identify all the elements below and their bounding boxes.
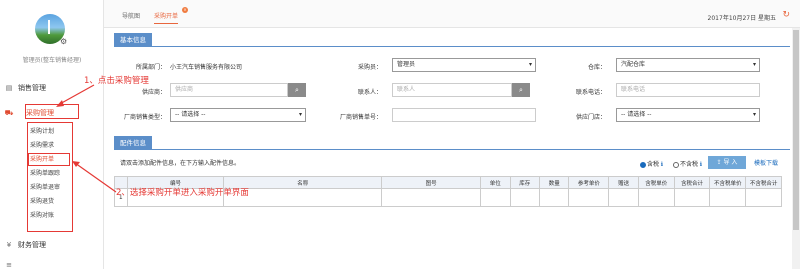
annotation-arrows — [56, 84, 117, 193]
arrowhead-icon — [56, 100, 64, 107]
arrow-step2 — [74, 162, 117, 193]
scrollbar[interactable] — [792, 28, 800, 269]
arrow-step1 — [57, 84, 95, 106]
scrollbar-thumb[interactable] — [793, 30, 799, 230]
